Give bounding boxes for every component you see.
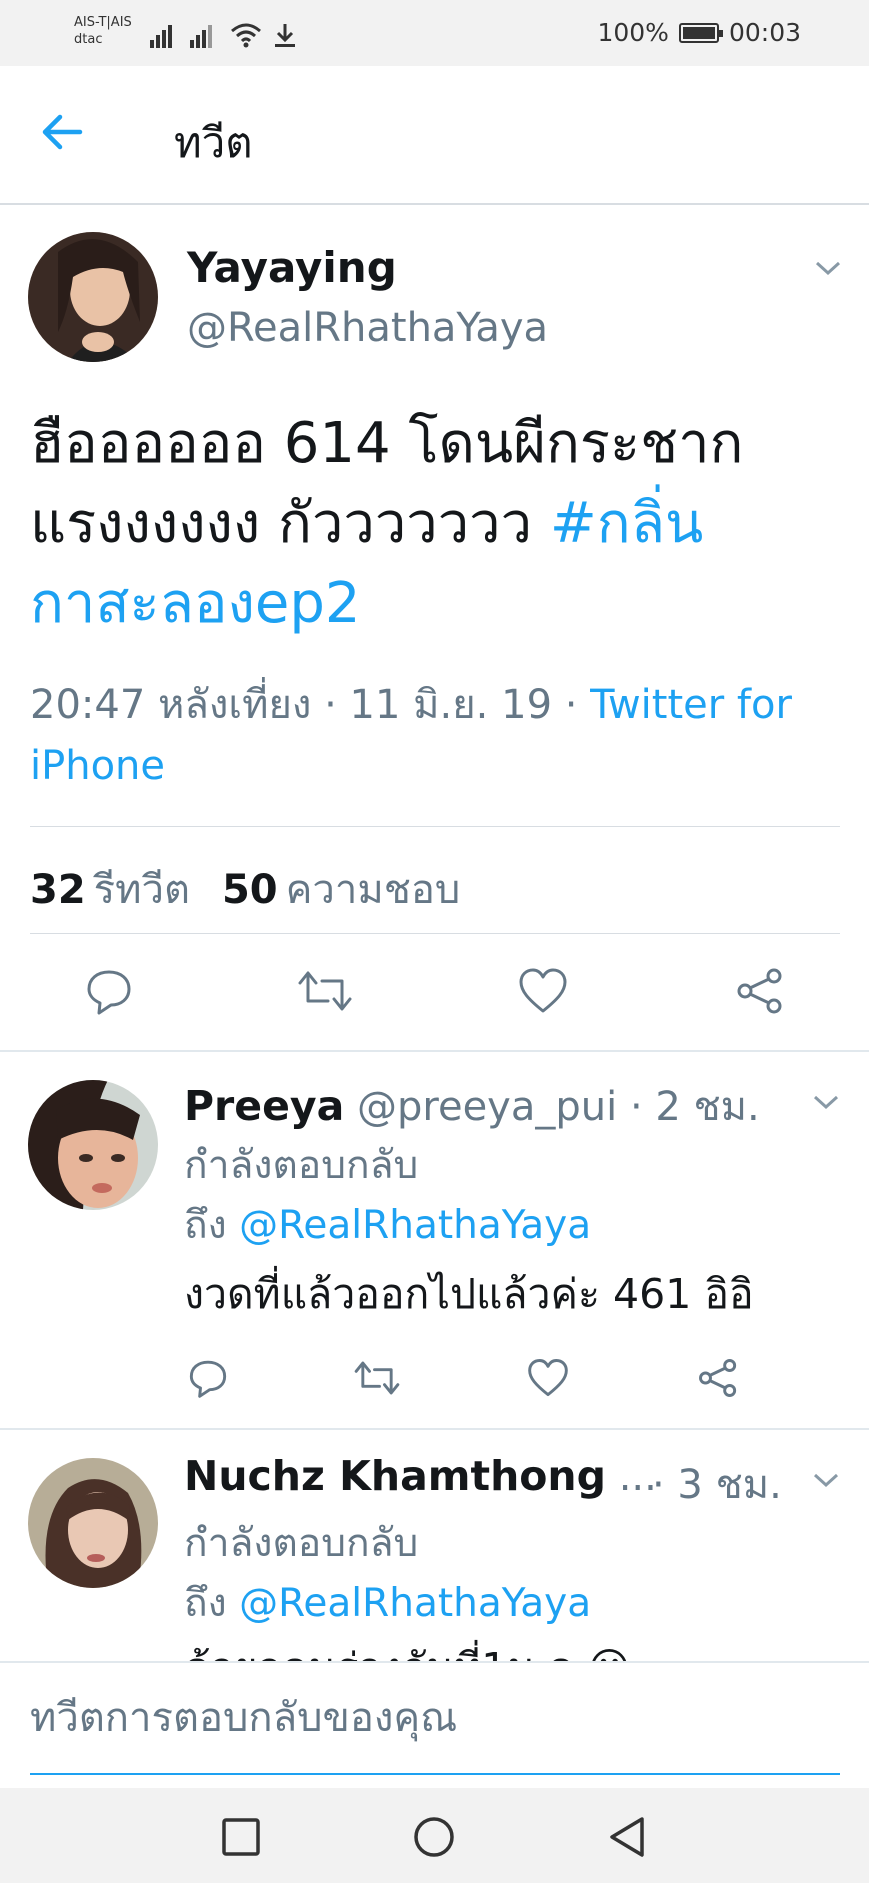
battery-percent: 100% [597, 18, 669, 47]
section-divider [0, 1428, 869, 1430]
reply-author-name[interactable]: Nuchz Khamthong [184, 1452, 606, 1500]
to-label: ถึง [184, 1581, 240, 1626]
status-icons [150, 18, 298, 48]
avatar[interactable] [28, 232, 158, 362]
share-icon[interactable] [698, 1358, 738, 1398]
mention-link[interactable]: @RealRhathaYaya [239, 1203, 591, 1248]
tweet-text-line: แรงงงงงง กัววววววว [30, 491, 550, 556]
avatar-image [28, 1080, 158, 1210]
replying-to-label: กำลังตอบกลับ [184, 1143, 419, 1188]
arrow-left-icon [42, 114, 83, 150]
retweets-count: 32 [30, 867, 86, 913]
likes-stat[interactable]: 50 ความชอบ [222, 857, 460, 921]
signal-icon [190, 25, 212, 48]
reply-author-handle[interactable]: @preeya_pui [357, 1084, 617, 1130]
reply-actions [0, 1358, 869, 1418]
like-icon[interactable] [527, 1358, 569, 1398]
reply-author-name[interactable]: Preeya [184, 1082, 344, 1130]
to-label: ถึง [184, 1203, 240, 1248]
back-nav-icon[interactable] [606, 1815, 650, 1859]
reply-header: Nuchz Khamthong ... [184, 1452, 657, 1500]
retweet-icon[interactable] [298, 967, 352, 1015]
tweet-stats: 32 รีทวีต 50 ความชอบ [30, 857, 460, 921]
hashtag-link[interactable]: กาสะลองep2 [30, 564, 840, 644]
chevron-down-icon[interactable] [814, 259, 842, 277]
download-icon [275, 24, 295, 47]
author-name[interactable]: Yayaying [187, 243, 397, 292]
back-button[interactable] [40, 112, 90, 158]
divider [30, 933, 840, 934]
header-bar: ทวีต [0, 66, 869, 205]
status-right: 100% 00:03 [597, 18, 801, 47]
reply-input[interactable] [30, 1663, 840, 1775]
retweet-icon[interactable] [354, 1358, 400, 1398]
avatar[interactable] [28, 1458, 158, 1588]
like-icon[interactable] [518, 967, 568, 1015]
clock: 00:03 [728, 18, 801, 47]
reply-text: งวดที่แล้วออกไปแล้วค่ะ 461 อิอิ [184, 1270, 754, 1318]
reply-icon[interactable] [85, 967, 133, 1015]
reply-header: Preeya @preeya_pui · 2 ชม. [184, 1074, 760, 1138]
section-divider [0, 1050, 869, 1052]
reply-text-clip: ด้วยจดุนร่วงกันที่1ม.ค 😀 [184, 1636, 864, 1661]
reply-time: · 2 ชม. [629, 1084, 760, 1130]
reply-text: ด้วยจดุนร่วงกันที่1ม.ค 😀 [184, 1636, 631, 1661]
likes-count: 50 [221, 867, 278, 913]
replying-to-line: ถึง @RealRhathaYaya [184, 1194, 591, 1256]
chevron-down-icon[interactable] [812, 1471, 840, 1489]
reply-icon[interactable] [188, 1358, 228, 1398]
replying-to-label: กำลังตอบกลับ [184, 1521, 419, 1566]
divider [30, 826, 840, 827]
source-link[interactable]: iPhone [30, 736, 840, 797]
tweet-text-line: ฮืออออออ 614 โดนผีกระชาก [30, 411, 744, 476]
source-link[interactable]: Twitter for [590, 682, 792, 728]
share-icon[interactable] [736, 967, 784, 1015]
navigation-bar [0, 1788, 869, 1883]
avatar[interactable] [28, 1080, 158, 1210]
wifi-icon [231, 23, 261, 48]
carrier-line-2: dtac [74, 32, 103, 47]
retweets-stat[interactable]: 32 รีทวีต [30, 857, 190, 921]
signal-icon [150, 25, 172, 48]
recent-apps-icon[interactable] [219, 1815, 263, 1859]
tweet-text: ฮืออออออ 614 โดนผีกระชาก แรงงงงงง กัวววว… [30, 404, 840, 644]
chevron-down-icon[interactable] [812, 1093, 840, 1111]
battery-icon [678, 22, 723, 43]
carrier-label: AIS-T|AIS dtac [74, 14, 132, 48]
replying-to-line: ถึง @RealRhathaYaya [184, 1572, 591, 1634]
reply-composer [0, 1661, 869, 1788]
tweet-timestamp: 20:47 หลังเที่ยง · 11 มิ.ย. 19 · [30, 682, 591, 728]
carrier-line-1: AIS-T|AIS [74, 15, 132, 30]
tweet-meta: 20:47 หลังเที่ยง · 11 มิ.ย. 19 · Twitter… [30, 675, 840, 797]
page-title: ทวีต [174, 118, 253, 167]
home-icon[interactable] [412, 1815, 456, 1859]
avatar-image [28, 1458, 158, 1588]
likes-label: ความชอบ [285, 867, 461, 913]
reply-time: · 3 ชม. [652, 1462, 782, 1508]
status-bar: AIS-T|AIS dtac 100% 00:03 [0, 0, 869, 66]
avatar-image [28, 232, 158, 362]
author-handle[interactable]: @RealRhathaYaya [187, 305, 548, 351]
mention-link[interactable]: @RealRhathaYaya [239, 1581, 591, 1626]
hashtag-link[interactable]: #กลิ่น [550, 491, 703, 556]
retweets-label: รีทวีต [93, 867, 190, 913]
tweet-actions [0, 967, 869, 1027]
